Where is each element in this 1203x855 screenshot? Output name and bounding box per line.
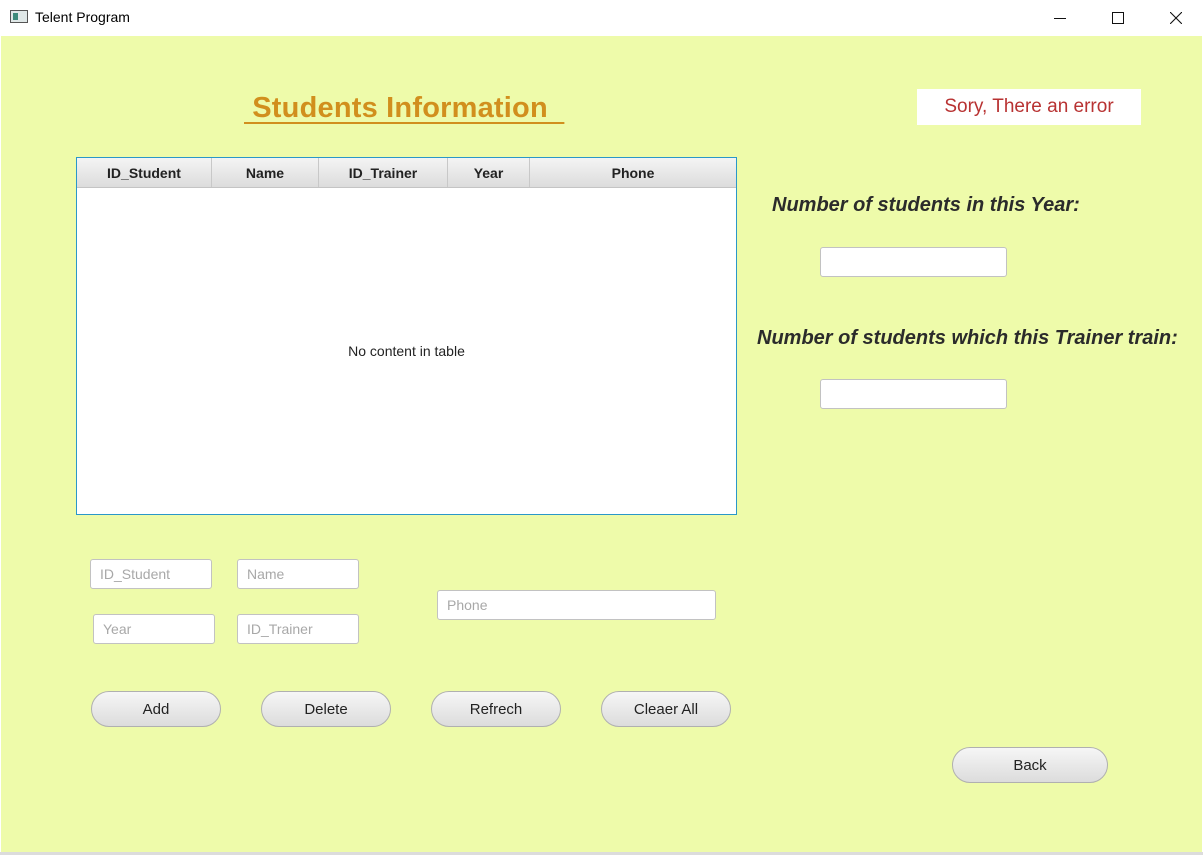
page-title: Students Information: [244, 92, 565, 124]
students-window-content: Students Information Sory, There an erro…: [1, 36, 1202, 852]
maximize-button[interactable]: [1089, 0, 1147, 36]
close-button[interactable]: [1147, 0, 1203, 36]
close-icon: [1170, 12, 1182, 24]
year-input[interactable]: [93, 614, 215, 644]
column-header-id-student[interactable]: ID_Student: [77, 158, 212, 187]
phone-input[interactable]: [437, 590, 716, 620]
column-header-year[interactable]: Year: [448, 158, 530, 187]
table-empty-message: No content in table: [348, 343, 465, 359]
maximize-icon: [1112, 12, 1124, 24]
column-header-id-trainer[interactable]: ID_Trainer: [319, 158, 448, 187]
students-per-year-label: Number of students in this Year:: [772, 194, 1080, 216]
table-header: ID_Student Name ID_Trainer Year Phone: [77, 158, 736, 188]
name-input[interactable]: [237, 559, 359, 589]
students-per-trainer-field[interactable]: [820, 379, 1007, 409]
students-per-trainer-label: Number of students which this Trainer tr…: [757, 327, 1178, 349]
minimize-button[interactable]: [1031, 0, 1089, 36]
column-header-name[interactable]: Name: [212, 158, 319, 187]
minimize-icon: [1054, 18, 1066, 19]
refresh-button[interactable]: Refrech: [431, 691, 561, 727]
window-title: Telent Program: [35, 9, 130, 25]
students-per-year-field[interactable]: [820, 247, 1007, 277]
clear-all-button[interactable]: Cleaer All: [601, 691, 731, 727]
id-trainer-input[interactable]: [237, 614, 359, 644]
id-student-input[interactable]: [90, 559, 212, 589]
window-titlebar: Telent Program: [0, 0, 1203, 36]
back-button[interactable]: Back: [952, 747, 1108, 783]
add-button[interactable]: Add: [91, 691, 221, 727]
column-header-phone[interactable]: Phone: [530, 158, 736, 187]
app-window-icon: [10, 10, 28, 23]
error-message: Sory, There an error: [917, 89, 1141, 125]
delete-button[interactable]: Delete: [261, 691, 391, 727]
students-table[interactable]: ID_Student Name ID_Trainer Year Phone No…: [76, 157, 737, 515]
